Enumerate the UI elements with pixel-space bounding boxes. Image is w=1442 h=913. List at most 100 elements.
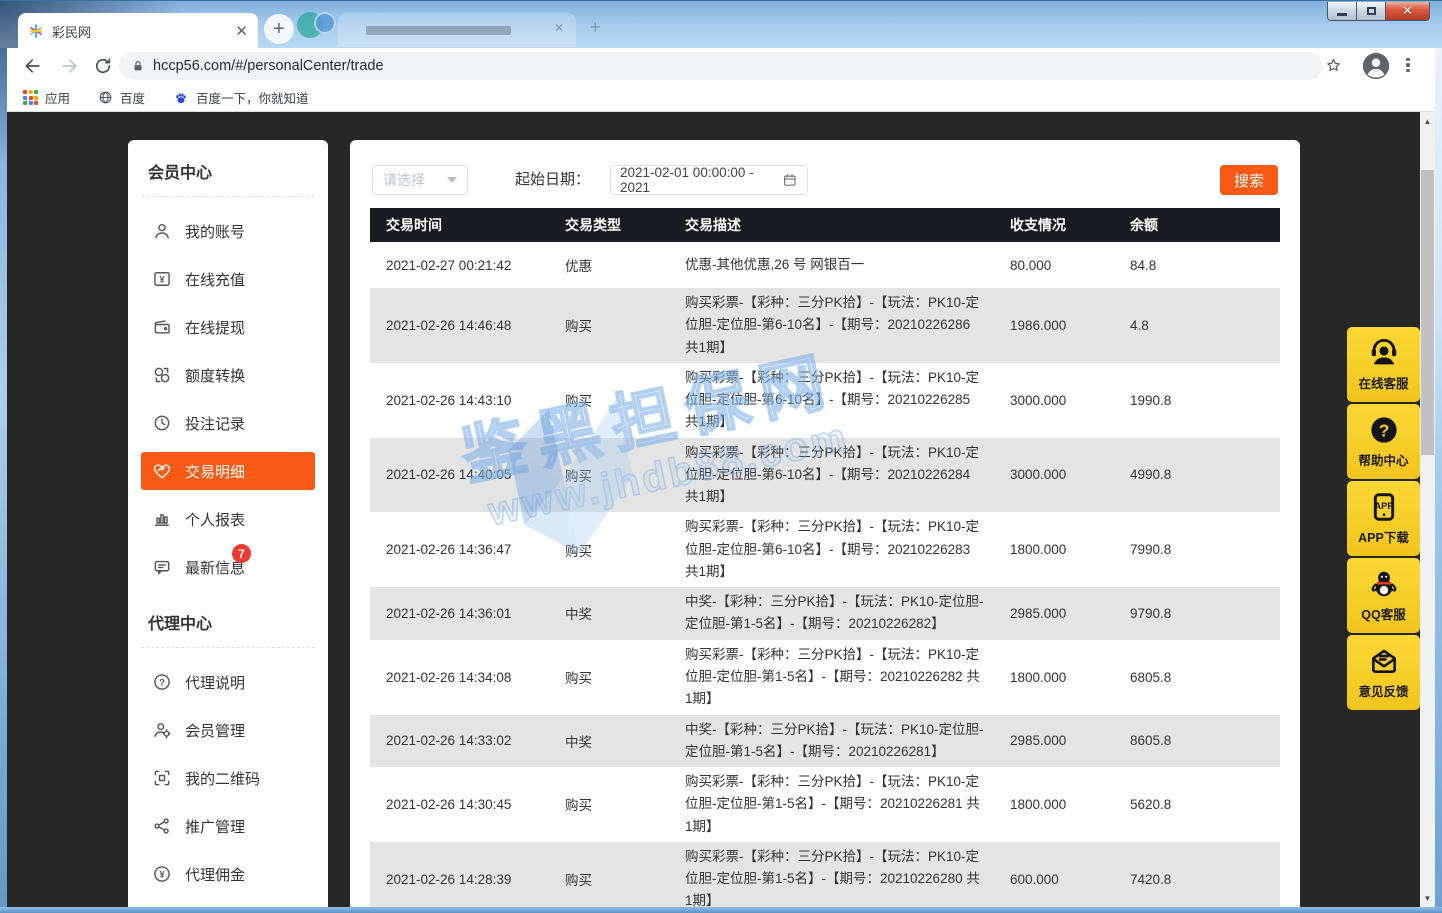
profile-avatar-icon[interactable] xyxy=(1361,51,1391,81)
column-header: 交易描述 xyxy=(685,215,1010,235)
svg-text:¥: ¥ xyxy=(159,274,165,284)
cell-balance: 6805.8 xyxy=(1130,670,1280,685)
cell-amount: 3000.000 xyxy=(1010,393,1130,408)
transactions-table: 交易时间交易类型交易描述收支情况余额 2021-02-27 00:21:42优惠… xyxy=(370,208,1280,907)
sidebar-item-withdraw[interactable]: 在线提现 xyxy=(128,303,328,351)
sidebar-item-message[interactable]: 最新信息7 xyxy=(128,543,328,591)
cell-amount: 2985.000 xyxy=(1010,606,1130,621)
main-panel: 请选择 起始日期： 2021-02-01 00:00:00 - 2021 搜索 … xyxy=(350,140,1300,907)
browser-menu-icon[interactable] xyxy=(1399,56,1417,74)
browser-tab[interactable]: 彩民网 ✕ xyxy=(18,13,258,49)
sidebar-item-report[interactable]: 个人报表 xyxy=(128,495,328,543)
float-button-label: 在线客服 xyxy=(1358,373,1408,392)
minimize-button[interactable] xyxy=(1327,2,1357,21)
date-range-input[interactable]: 2021-02-01 00:00:00 - 2021 xyxy=(610,165,808,195)
sidebar-section-title: 会员中心 xyxy=(141,140,315,197)
svg-text:¥: ¥ xyxy=(159,869,165,879)
sidebar-item-qrcode[interactable]: 我的二维码 xyxy=(128,754,328,802)
cell-balance: 7990.8 xyxy=(1130,542,1280,557)
sidebar-item-user[interactable]: 我的账号 xyxy=(128,207,328,255)
sidebar-item-label: 我的二维码 xyxy=(185,768,260,789)
cell-description: 中奖-【彩种：三分PK拾】-【玩法：PK10-定位胆-定位胆-第1-5名】-【期… xyxy=(685,719,1010,764)
back-icon[interactable] xyxy=(23,56,43,76)
background-newtab-icon: + xyxy=(590,17,601,38)
column-header: 收支情况 xyxy=(1010,215,1130,235)
message-icon xyxy=(152,557,172,577)
sidebar-item-transfer[interactable]: 额度转换 xyxy=(128,351,328,399)
cell-time: 2021-02-26 14:43:10 xyxy=(370,393,565,408)
new-tab-button[interactable]: + xyxy=(264,14,294,44)
commission-icon: ¥ xyxy=(152,864,172,884)
refresh-icon[interactable] xyxy=(93,56,113,76)
cell-time: 2021-02-26 14:40:05 xyxy=(370,467,565,482)
table-body: 2021-02-27 00:21:42优惠优惠-其他优惠,26 号 网银百一80… xyxy=(370,242,1280,907)
cell-balance: 4990.8 xyxy=(1130,467,1280,482)
svg-text:?: ? xyxy=(1378,420,1389,440)
cell-type: 中奖 xyxy=(565,731,685,751)
address-bar[interactable]: hccp56.com/#/personalCenter/trade xyxy=(119,52,1323,80)
cell-type: 购买 xyxy=(565,667,685,687)
sidebar-item-recharge[interactable]: ¥在线充值 xyxy=(128,255,328,303)
sidebar-item-users[interactable]: 会员管理 xyxy=(128,706,328,754)
sidebar-item-report2[interactable]: 下级报表 xyxy=(128,898,328,907)
bookmark-baidu-search[interactable]: 百度一下，你就知道 xyxy=(173,88,309,107)
cell-balance: 9790.8 xyxy=(1130,606,1280,621)
float-button-help[interactable]: ?帮助中心 xyxy=(1347,404,1420,479)
cell-description: 购买彩票-【彩种：三分PK拾】-【玩法：PK10-定位胆-定位胆-第1-5名】-… xyxy=(685,771,1010,838)
sidebar-item-label: 会员管理 xyxy=(185,720,245,741)
tab-title: 彩民网 xyxy=(52,22,235,41)
float-button-feedback[interactable]: 意见反馈 xyxy=(1347,635,1420,710)
bookmarks-bar: 应用 百度 百度一下，你就知道 xyxy=(7,84,1435,112)
maximize-button[interactable] xyxy=(1356,2,1386,21)
browser-window: ✕ + 彩民网 ✕ + ✕ xyxy=(0,0,1442,913)
forward-icon[interactable] xyxy=(59,56,79,76)
history-icon xyxy=(152,413,172,433)
cell-time: 2021-02-26 14:46:48 xyxy=(370,318,565,333)
float-button-qq[interactable]: QQ客服 xyxy=(1347,558,1420,633)
tab-close-icon[interactable]: ✕ xyxy=(235,24,248,39)
select-placeholder: 请选择 xyxy=(383,170,425,190)
apps-grid-icon xyxy=(23,90,38,105)
date-value: 2021-02-01 00:00:00 - 2021 xyxy=(620,165,782,195)
column-header: 交易类型 xyxy=(565,215,685,235)
cell-time: 2021-02-26 14:34:08 xyxy=(370,670,565,685)
cell-amount: 600.000 xyxy=(1010,872,1130,887)
bookmark-baidu[interactable]: 百度 xyxy=(98,88,145,107)
cell-type: 购买 xyxy=(565,794,685,814)
question-icon: ? xyxy=(152,672,172,692)
float-button-app[interactable]: APPAPP下载 xyxy=(1347,481,1420,556)
table-row: 2021-02-27 00:21:42优惠优惠-其他优惠,26 号 网银百一80… xyxy=(370,242,1280,288)
sidebar-item-question[interactable]: ? 代理说明 xyxy=(128,658,328,706)
scroll-up-icon[interactable]: ▲ xyxy=(1420,114,1435,128)
calendar-icon xyxy=(782,172,798,188)
float-button-service[interactable]: 在线客服 xyxy=(1347,327,1420,402)
transfer-icon xyxy=(152,365,172,385)
bookmark-apps[interactable]: 应用 xyxy=(23,88,70,107)
scroll-down-icon[interactable]: ▼ xyxy=(1420,891,1435,905)
sidebar-item-label: 代理说明 xyxy=(185,672,245,693)
sidebar-item-commission[interactable]: ¥代理佣金 xyxy=(128,850,328,898)
scrollbar-thumb[interactable] xyxy=(1421,170,1434,455)
cell-description: 购买彩票-【彩种：三分PK拾】-【玩法：PK10-定位胆-定位胆-第6-10名】… xyxy=(685,442,1010,509)
table-row: 2021-02-26 14:40:05购买购买彩票-【彩种：三分PK拾】-【玩法… xyxy=(370,438,1280,513)
search-button[interactable]: 搜索 xyxy=(1220,165,1278,195)
type-select[interactable]: 请选择 xyxy=(372,165,468,195)
sidebar-item-share[interactable]: 推广管理 xyxy=(128,802,328,850)
unread-badge: 7 xyxy=(232,544,251,563)
feedback-icon xyxy=(1368,645,1400,677)
sidebar-section-title: 代理中心 xyxy=(141,591,315,648)
cell-balance: 1990.8 xyxy=(1130,393,1280,408)
bookmark-star-icon[interactable] xyxy=(1324,56,1343,75)
cell-time: 2021-02-26 14:36:01 xyxy=(370,606,565,621)
sidebar-item-trade[interactable]: 交易明细 xyxy=(141,452,315,490)
service-icon xyxy=(1368,337,1400,369)
float-button-label: APP下载 xyxy=(1358,527,1409,546)
sidebar-item-history[interactable]: 投注记录 xyxy=(128,399,328,447)
background-window-icon-blue xyxy=(314,12,336,34)
page-scrollbar[interactable]: ▲ ▼ xyxy=(1420,112,1435,907)
trade-icon xyxy=(152,461,172,481)
lock-icon xyxy=(131,59,145,73)
close-button[interactable]: ✕ xyxy=(1385,2,1430,21)
cell-amount: 1800.000 xyxy=(1010,670,1130,685)
bookmark-label: 百度 xyxy=(120,88,145,107)
